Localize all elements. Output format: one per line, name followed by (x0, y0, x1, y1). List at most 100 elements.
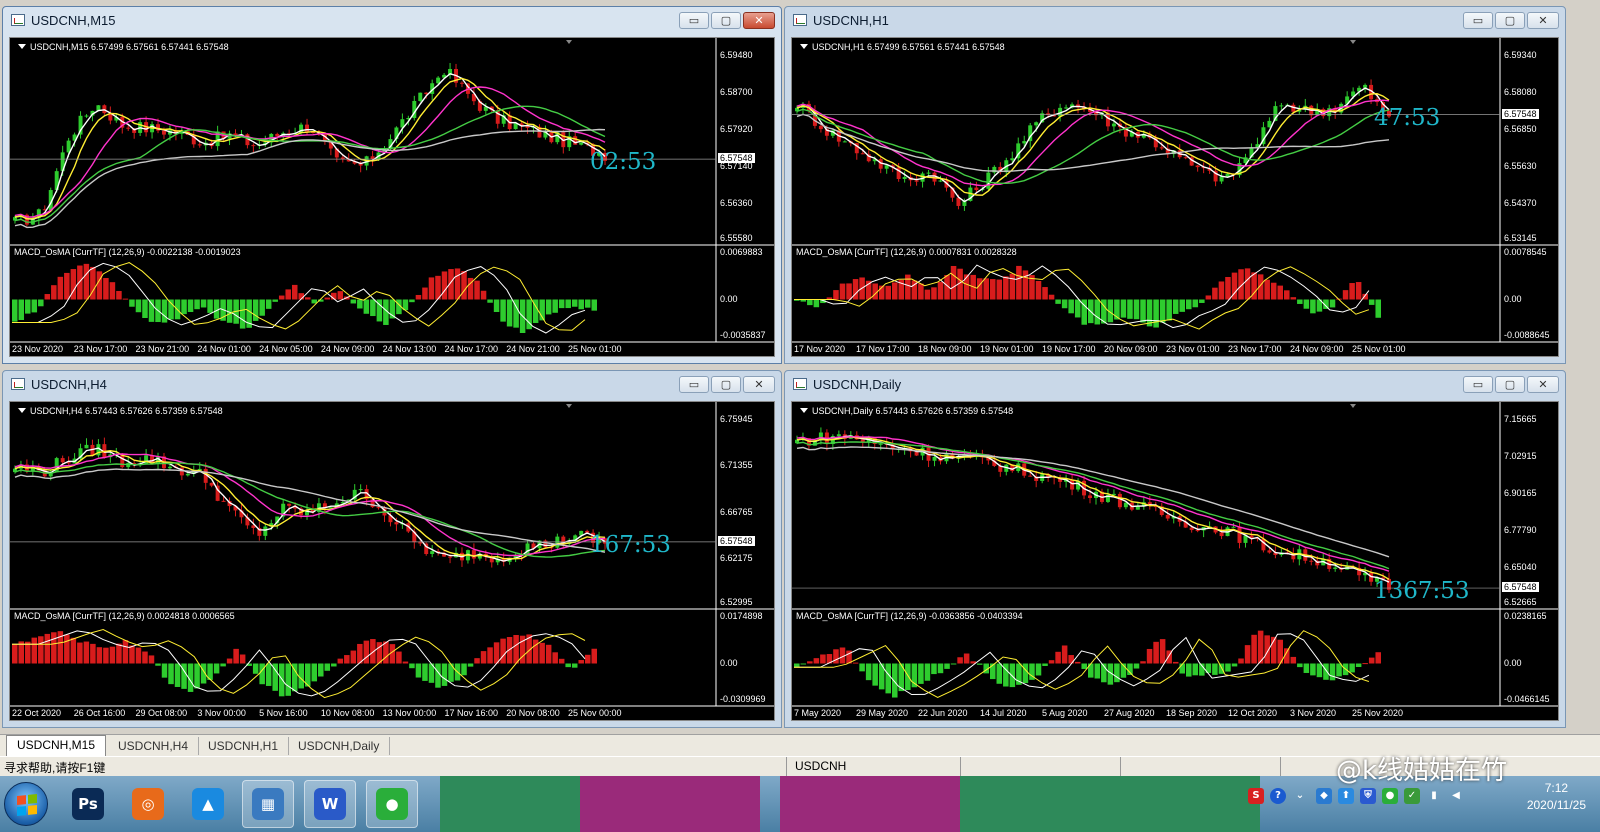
maximize-button[interactable]: ▢ (1495, 12, 1525, 29)
shield-icon[interactable]: ⛨ (1360, 788, 1376, 804)
osma-bar (1244, 268, 1251, 300)
help-icon[interactable]: ? (1270, 788, 1286, 804)
osma-bar (1355, 282, 1362, 300)
clock-date: 2020/11/25 (1526, 798, 1586, 812)
chart-window-daily[interactable]: USDCNH,Daily ▭ ▢ ✕ USDCNH,Daily 6.57443 … (784, 370, 1566, 728)
osma-bar (924, 663, 931, 681)
chevron-down-icon[interactable] (18, 44, 26, 49)
candle-body (842, 141, 847, 143)
chevron-down-icon[interactable]: ⌄ (1292, 788, 1308, 804)
sogou-input-icon[interactable]: S (1248, 788, 1264, 804)
osma-bar (839, 283, 846, 300)
close-button[interactable]: ✕ (743, 376, 775, 393)
osma-bar (200, 299, 207, 308)
chart-area[interactable]: USDCNH,M15 6.57499 6.57561 6.57441 6.575… (9, 37, 775, 357)
osma-bar (1009, 663, 1016, 688)
candle-body (938, 180, 943, 182)
candle-body (1237, 526, 1242, 543)
osma-bar (220, 663, 226, 667)
osma-bar (461, 271, 467, 300)
chart-area[interactable]: USDCNH,H1 6.57499 6.57561 6.57441 6.5754… (791, 37, 1559, 357)
window-titlebar[interactable]: USDCNH,H4 ▭ ▢ ✕ (3, 371, 781, 397)
osma-bar (820, 654, 826, 664)
taskbar-wechat-button[interactable]: ● (366, 780, 418, 828)
osma-bar (363, 299, 370, 314)
osma-bar (1172, 661, 1179, 664)
candle-body (84, 444, 89, 449)
candle-body (1309, 560, 1314, 562)
osma-bar (285, 289, 291, 300)
start-button[interactable] (4, 782, 48, 826)
window-titlebar[interactable]: USDCNH,Daily ▭ ▢ ✕ (785, 371, 1565, 397)
chevron-down-icon[interactable] (800, 408, 808, 413)
candle-body (394, 522, 399, 525)
osma-bar (1022, 663, 1029, 684)
time-axis-label: 24 Nov 09:00 (320, 344, 375, 354)
osma-bar (937, 663, 944, 674)
close-button[interactable]: ✕ (1527, 12, 1559, 29)
chart-area[interactable]: USDCNH,H4 6.57443 6.57626 6.57359 6.5754… (9, 401, 775, 721)
osma-bar (558, 658, 565, 664)
tab-usdcnh-h4[interactable]: USDCNH,H4 (108, 737, 200, 755)
osma-bar (500, 638, 506, 664)
network-signal-icon[interactable]: ▮ (1426, 788, 1442, 804)
network-drive-icon[interactable]: ◆ (1316, 788, 1332, 804)
cloud-sync-icon[interactable]: ⬆ (1338, 788, 1354, 804)
taskbar-photoshop-button[interactable]: Ps (62, 780, 114, 828)
maximize-button[interactable]: ▢ (1495, 376, 1525, 393)
minimize-button[interactable]: ▭ (1463, 376, 1493, 393)
taskbar-browser-button[interactable]: ◎ (122, 780, 174, 828)
time-axis-label: 19 Nov 01:00 (980, 344, 1034, 354)
candle-body (418, 542, 423, 544)
osma-bar (454, 268, 461, 300)
chart-window-icon (11, 14, 25, 26)
minimize-button[interactable]: ▭ (679, 12, 709, 29)
tab-usdcnh-daily[interactable]: USDCNH,Daily (288, 737, 391, 755)
taskbar-metatrader-button[interactable]: ▦ (242, 780, 294, 828)
chart-symbol-header: USDCNH,M15 6.57499 6.57561 6.57441 6.575… (18, 42, 229, 52)
chart-window-h4[interactable]: USDCNH,H4 ▭ ▢ ✕ USDCNH,H4 6.57443 6.5762… (2, 370, 782, 728)
osma-bar (1212, 663, 1218, 675)
osma-bar (51, 285, 57, 300)
time-axis-label: 18 Nov 09:00 (918, 344, 972, 354)
candle-body (1028, 475, 1033, 477)
system-clock[interactable]: 7:12 2020/11/25 (1527, 780, 1586, 814)
osma-bar (976, 663, 983, 665)
osma-bar (1074, 661, 1081, 664)
maximize-button[interactable]: ▢ (711, 376, 741, 393)
osma-bar (1179, 299, 1185, 312)
tab-usdcnh-m15[interactable]: USDCNH,M15 (6, 735, 107, 756)
close-button[interactable]: ✕ (1527, 376, 1559, 393)
candle-body (1219, 176, 1224, 182)
window-titlebar[interactable]: USDCNH,M15 ▭ ▢ ✕ (3, 7, 781, 33)
maximize-button[interactable]: ▢ (711, 12, 741, 29)
volume-icon[interactable]: ◀ (1448, 788, 1464, 804)
current-price-label: 6.57548 (1502, 582, 1539, 593)
window-titlebar[interactable]: USDCNH,H1 ▭ ▢ ✕ (785, 7, 1565, 33)
taskbar-wps-writer-button[interactable]: W (304, 780, 356, 828)
candle-body (167, 466, 172, 469)
wechat-tray-icon[interactable]: ● (1382, 788, 1398, 804)
osma-bar (441, 663, 448, 686)
chart-area[interactable]: USDCNH,Daily 6.57443 6.57626 6.57359 6.5… (791, 401, 1559, 721)
price-axis-label: 6.55630 (1504, 161, 1537, 171)
osma-bar (109, 646, 116, 664)
osma-bar (1290, 297, 1297, 300)
clock-time: 7:12 (1544, 781, 1569, 795)
chart-window-h1[interactable]: USDCNH,H1 ▭ ▢ ✕ USDCNH,H1 6.57499 6.5756… (784, 6, 1566, 364)
candle-body (860, 439, 865, 442)
candle-body (460, 82, 464, 84)
osma-bar (1192, 663, 1199, 676)
chart-window-m15[interactable]: USDCNH,M15 ▭ ▢ ✕ USDCNH,M15 6.57499 6.57… (2, 6, 782, 364)
close-button[interactable]: ✕ (743, 12, 775, 29)
osma-bar (103, 278, 109, 300)
taskbar-cloud-app-button[interactable]: ▲ (182, 780, 234, 828)
tab-usdcnh-h1[interactable]: USDCNH,H1 (198, 737, 290, 755)
minimize-button[interactable]: ▭ (679, 376, 709, 393)
chevron-down-icon[interactable] (800, 44, 808, 49)
minimize-button[interactable]: ▭ (1463, 12, 1493, 29)
chevron-down-icon[interactable] (18, 408, 26, 413)
osma-bar (1297, 663, 1303, 668)
osma-axis-label: 0.00 (720, 293, 738, 304)
security-check-icon[interactable]: ✓ (1404, 788, 1420, 804)
